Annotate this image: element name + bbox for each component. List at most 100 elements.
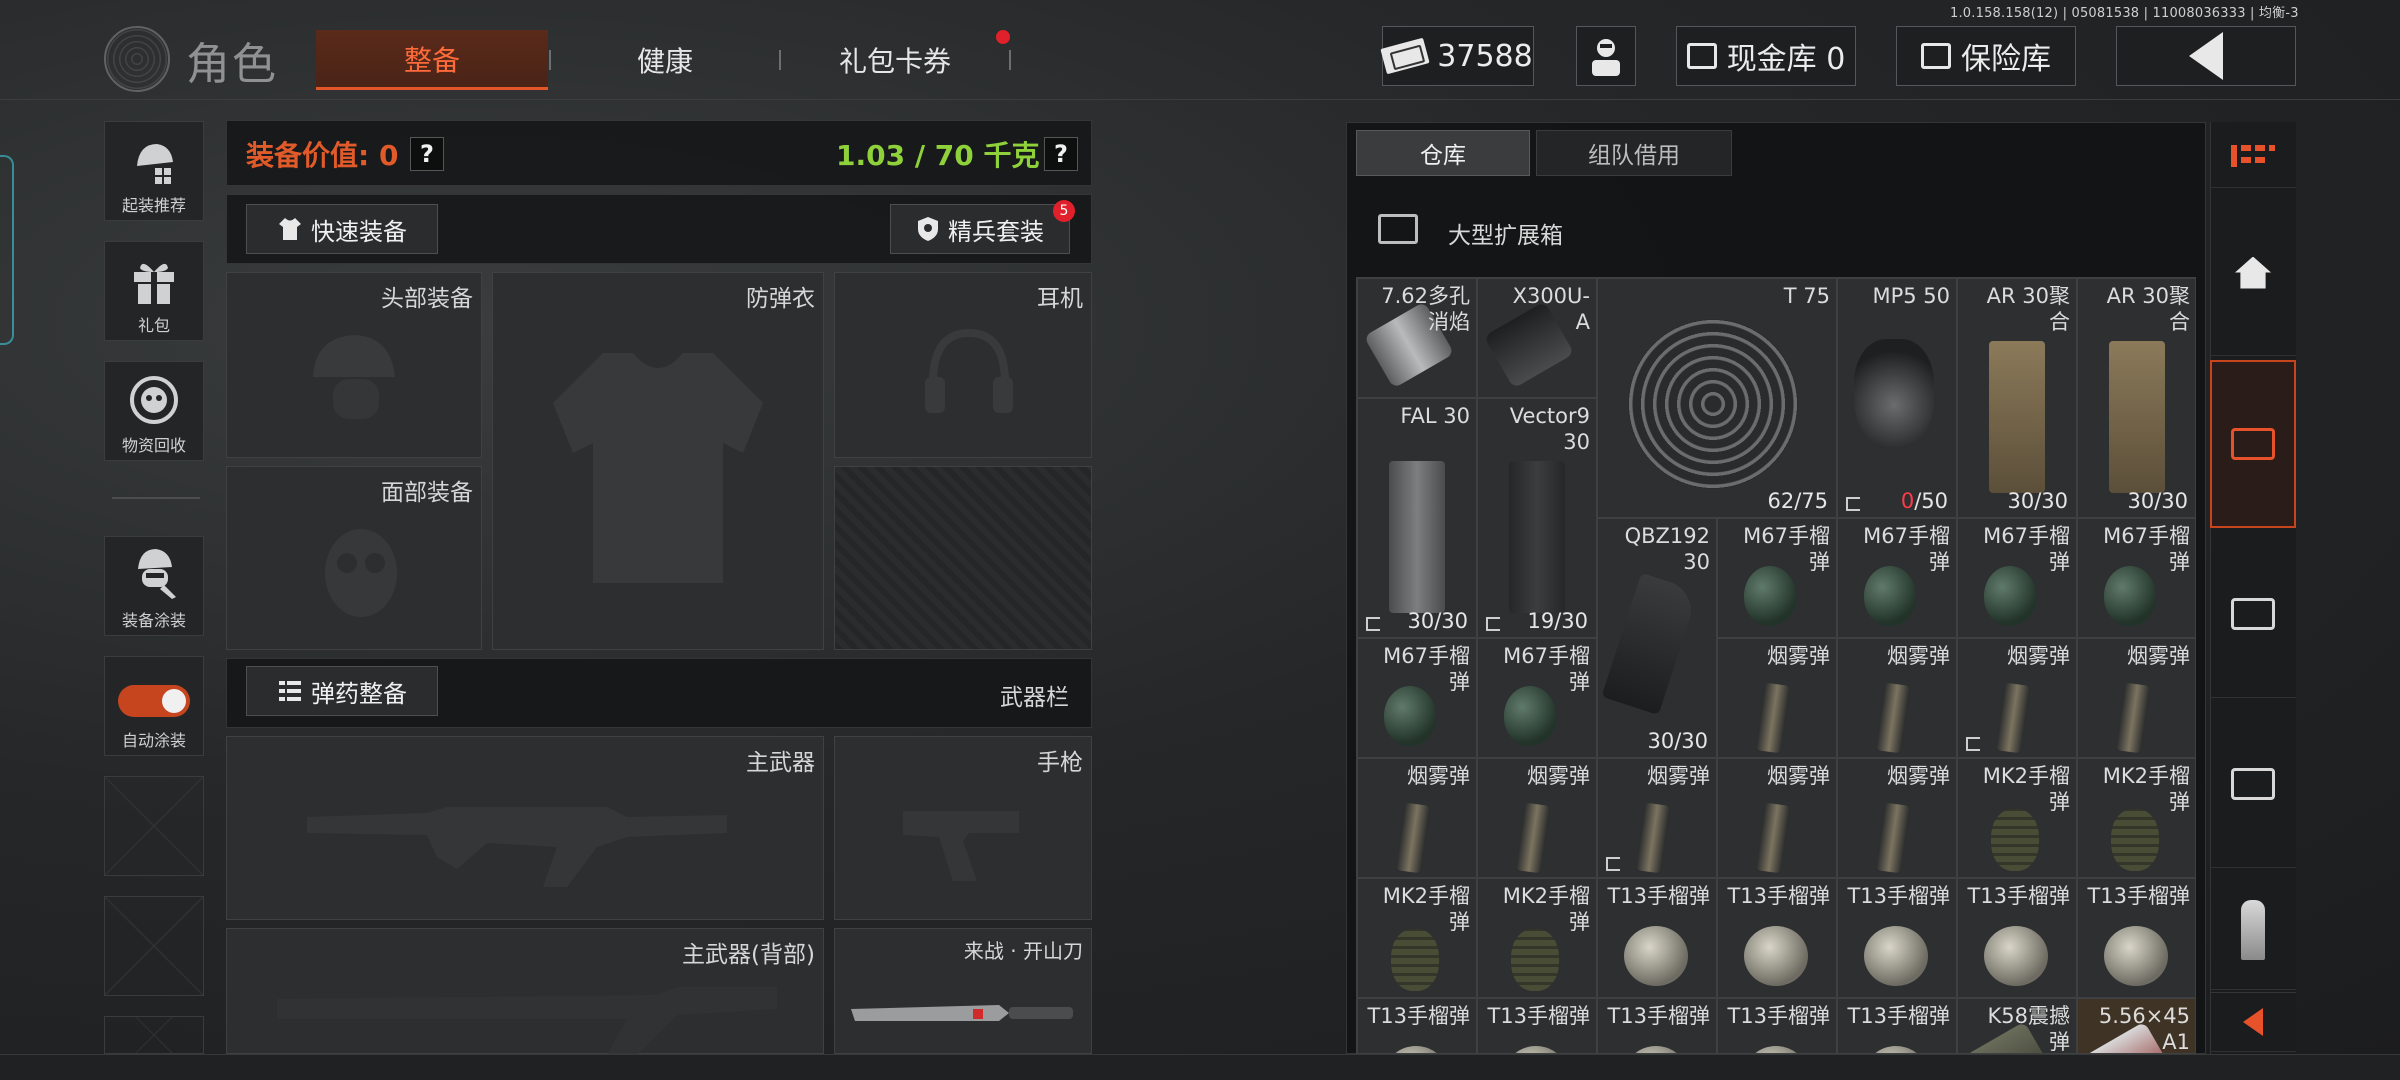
inventory-item[interactable]: T 75 62/75 [1597, 278, 1837, 518]
inventory-item[interactable]: X300U- A [1477, 278, 1597, 398]
empty-sidebar-slot [104, 896, 204, 996]
inventory-item[interactable]: 烟雾弹 [1477, 758, 1597, 878]
rail-menu-button[interactable] [2210, 124, 2296, 188]
sidebar-item-loadout-recommend[interactable]: 起装推荐 [104, 121, 204, 221]
slot-armor[interactable]: 防弹衣 [492, 272, 824, 650]
container-name: 大型扩展箱 [1448, 223, 1563, 249]
inventory-item[interactable]: 烟雾弹 [2077, 638, 2195, 758]
inventory-item[interactable]: T13手榴弹 [2077, 878, 2195, 998]
inventory-item[interactable]: T13手榴弹 [1477, 998, 1597, 1053]
tab-health[interactable]: 健康 [560, 30, 770, 90]
rail-chest-button[interactable] [2210, 700, 2296, 868]
slot-primary-back[interactable]: 主武器(背部) [226, 928, 824, 1055]
notification-dot [996, 30, 1010, 44]
slot-pistol[interactable]: 手枪 [834, 736, 1092, 920]
value-help-button[interactable]: ? [410, 137, 444, 171]
item-name: T13手榴弹 [1487, 1004, 1590, 1028]
tab-loadout[interactable]: 整备 [316, 30, 548, 90]
inventory-item[interactable]: 烟雾弹 [1597, 758, 1717, 878]
slot-primary-weapon[interactable]: 主武器 [226, 736, 824, 920]
inventory-item[interactable]: 7.62多孔 消焰 [1357, 278, 1477, 398]
item-name: T 75 [1783, 284, 1830, 308]
auto-paint-toggle[interactable] [118, 685, 190, 717]
agent-button[interactable] [1576, 26, 1636, 86]
elite-set-button[interactable]: 精兵套装 [890, 204, 1070, 254]
inventory-item[interactable]: MK2手榴 弹 [1957, 758, 2077, 878]
inventory-item[interactable]: T13手榴弹 [1597, 878, 1717, 998]
inventory-item[interactable]: 烟雾弹 [1837, 638, 1957, 758]
inventory-item[interactable]: 烟雾弹 [1357, 758, 1477, 878]
inventory-item[interactable]: T13手榴弹 [1837, 878, 1957, 998]
item-name: T13手榴弹 [1727, 1004, 1830, 1028]
inventory-item[interactable]: T13手榴弹 [1717, 998, 1837, 1053]
edge-handle[interactable] [0, 155, 14, 345]
inventory-item[interactable]: M67手榴 弹 [1837, 518, 1957, 638]
rail-chest-button[interactable] [2210, 530, 2296, 698]
inventory-item[interactable]: MK2手榴 弹 [2077, 758, 2195, 878]
inventory-item[interactable]: 烟雾弹 [1717, 758, 1837, 878]
inventory-item[interactable]: 烟雾弹 [1957, 638, 2077, 758]
slot-face[interactable]: 面部装备 [226, 466, 482, 650]
rail-collapse-button[interactable] [2210, 992, 2296, 1052]
inventory-item[interactable]: MP5 50 0/50 [1837, 278, 1957, 518]
currency-display[interactable]: 37588 [1380, 26, 1534, 86]
quick-equip-button[interactable]: 快速装备 [246, 204, 438, 254]
helmet-grid-icon [137, 144, 173, 184]
inventory-item[interactable]: AR 30聚 合 30/30 [2077, 278, 2195, 518]
back-button[interactable] [2116, 26, 2296, 86]
inventory-item[interactable]: T13手榴弹 [1717, 878, 1837, 998]
inventory-item[interactable]: K58震撼 弹 [1957, 998, 2077, 1053]
item-name: 烟雾弹 [2007, 644, 2070, 668]
slot-label: 来战 · 开山刀 [963, 939, 1083, 963]
weapon-bar-label: 武器栏 [1000, 685, 1069, 711]
inventory-item[interactable]: M67手榴 弹 [2077, 518, 2195, 638]
rail-ammo-button[interactable] [2210, 870, 2296, 990]
tab-warehouse[interactable]: 仓库 [1356, 130, 1530, 176]
slot-head[interactable]: 头部装备 [226, 272, 482, 458]
item-name: T13手榴弹 [1607, 884, 1710, 908]
inventory-item[interactable]: MK2手榴 弹 [1357, 878, 1477, 998]
rifle-back-silhouette-icon [277, 987, 777, 1055]
inventory-item[interactable]: 5.56×45 A1 [2077, 998, 2195, 1053]
item-name: M67手榴 弹 [1503, 644, 1590, 694]
tab-gift-coupons[interactable]: 礼包卡券 [780, 30, 1010, 90]
rail-storage-button[interactable] [2210, 360, 2296, 528]
magazine-icon [2108, 340, 2166, 494]
inventory-item[interactable]: MK2手榴 弹 [1477, 878, 1597, 998]
slot-headset[interactable]: 耳机 [834, 272, 1092, 458]
slot-label: 面部装备 [381, 480, 473, 506]
equipment-value: 装备价值: 0 [246, 139, 399, 172]
inventory-item[interactable]: AR 30聚 合 30/30 [1957, 278, 2077, 518]
shield-icon [918, 217, 938, 241]
rail-home-button[interactable] [2210, 190, 2296, 356]
cash-vault-button[interactable]: 现金库 0 [1676, 26, 1856, 86]
item-name: T13手榴弹 [1967, 884, 2070, 908]
insurance-vault-button[interactable]: 保险库 [1896, 26, 2076, 86]
inventory-item[interactable]: QBZ192 30 30/30 [1597, 518, 1717, 758]
inventory-item[interactable]: T13手榴弹 [1597, 998, 1717, 1053]
weight-help-button[interactable]: ? [1044, 137, 1078, 171]
slot-melee[interactable]: 来战 · 开山刀 [834, 928, 1092, 1054]
sidebar-item-gift[interactable]: 礼包 [104, 241, 204, 341]
mk2-grenade-icon [1511, 928, 1560, 991]
bottom-bar [0, 1054, 2400, 1080]
inventory-item[interactable]: M67手榴 弹 [1717, 518, 1837, 638]
sidebar-item-skin-paint[interactable]: 装备涂装 [104, 536, 204, 636]
inventory-item[interactable]: T13手榴弹 [1357, 998, 1477, 1053]
ammo-loadout-button[interactable]: 弹药整备 [246, 666, 438, 716]
inventory-item[interactable]: FAL 30 30/30 [1357, 398, 1477, 638]
tab-team-borrow[interactable]: 组队借用 [1536, 130, 1732, 176]
inventory-item[interactable]: T13手榴弹 [1837, 998, 1957, 1053]
shirt-icon [279, 218, 301, 240]
inventory-item[interactable]: T13手榴弹 [1957, 878, 2077, 998]
inventory-item[interactable]: 烟雾弹 [1717, 638, 1837, 758]
inventory-item[interactable]: M67手榴 弹 [1357, 638, 1477, 758]
inventory-item[interactable]: M67手榴 弹 [1957, 518, 2077, 638]
cash-icon [1380, 37, 1430, 75]
sidebar-item-auto-paint[interactable]: 自动涂装 [104, 656, 204, 756]
sidebar-item-recycle[interactable]: 物资回收 [104, 361, 204, 461]
smoke-grenade-icon [1515, 802, 1552, 874]
inventory-item[interactable]: 烟雾弹 [1837, 758, 1957, 878]
inventory-item[interactable]: Vector9 30 19/30 [1477, 398, 1597, 638]
inventory-item[interactable]: M67手榴 弹 [1477, 638, 1597, 758]
